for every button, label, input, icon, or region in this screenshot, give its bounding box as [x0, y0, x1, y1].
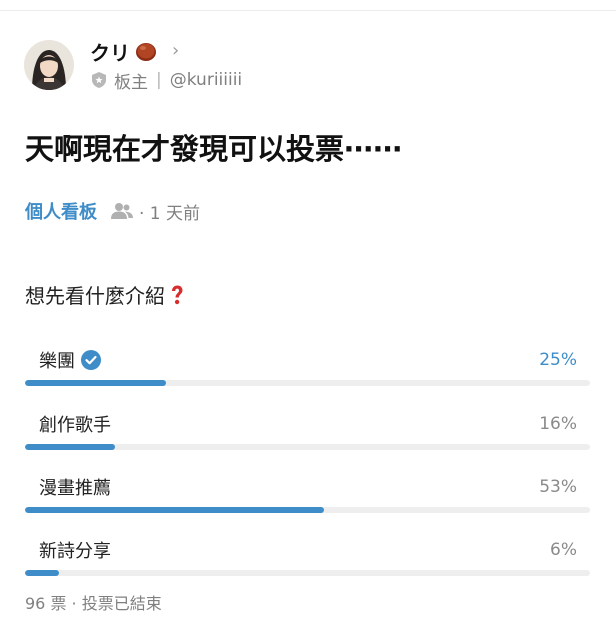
chestnut-emoji-icon	[136, 43, 156, 61]
poll-option-bar	[25, 380, 167, 386]
poll-option-label: 漫畫推薦	[39, 478, 111, 499]
meta-separator: |	[156, 70, 162, 90]
author-name[interactable]: クリ	[90, 37, 130, 66]
poll-option-track	[25, 444, 590, 450]
question-mark-icon	[172, 285, 183, 304]
poll-option-bar	[25, 444, 116, 450]
board-link[interactable]: 個人看板	[25, 198, 97, 224]
poll-option-3[interactable]: 漫畫推薦 53%	[25, 476, 590, 516]
shield-icon	[92, 72, 106, 88]
poll-option-percent: 53%	[539, 477, 577, 497]
poll-option-percent: 25%	[539, 350, 577, 370]
poll-option-2[interactable]: 創作歌手 16%	[25, 413, 590, 453]
poll-option-percent: 6%	[550, 540, 577, 560]
post-meta: 個人看板 · 1 天前	[25, 198, 200, 224]
poll-option-label: 新詩分享	[39, 541, 111, 562]
author-role: 板主	[114, 72, 148, 93]
author-handle: @kuriiiiii	[169, 70, 243, 90]
poll-option-4[interactable]: 新詩分享 6%	[25, 539, 590, 579]
poll-question: 想先看什麼介紹	[25, 280, 185, 309]
poll-option-label: 樂團	[39, 351, 75, 372]
poll-option-percent: 16%	[539, 414, 577, 434]
poll-option-bar	[25, 570, 59, 576]
poll-option-1[interactable]: 樂團 25%	[25, 349, 590, 389]
post-time: · 1 天前	[139, 203, 201, 224]
people-icon	[111, 203, 133, 219]
poll-option-track	[25, 570, 590, 576]
poll-option-track	[25, 507, 590, 513]
verified-check-icon	[81, 350, 101, 370]
post-title: 天啊現在才發現可以投票⋯⋯	[25, 132, 403, 166]
avatar[interactable]	[24, 40, 74, 90]
poll-footer: 96 票 · 投票已結束	[25, 594, 162, 613]
chevron-right-icon[interactable]: ›	[172, 42, 179, 60]
top-divider	[0, 10, 616, 11]
poll-question-text: 想先看什麼介紹	[25, 284, 165, 308]
poll-option-track	[25, 380, 590, 386]
author-header[interactable]: クリ › 板主 | @kuriiiiii	[24, 37, 243, 93]
poll-option-label: 創作歌手	[39, 415, 111, 436]
poll-option-bar	[25, 507, 325, 513]
